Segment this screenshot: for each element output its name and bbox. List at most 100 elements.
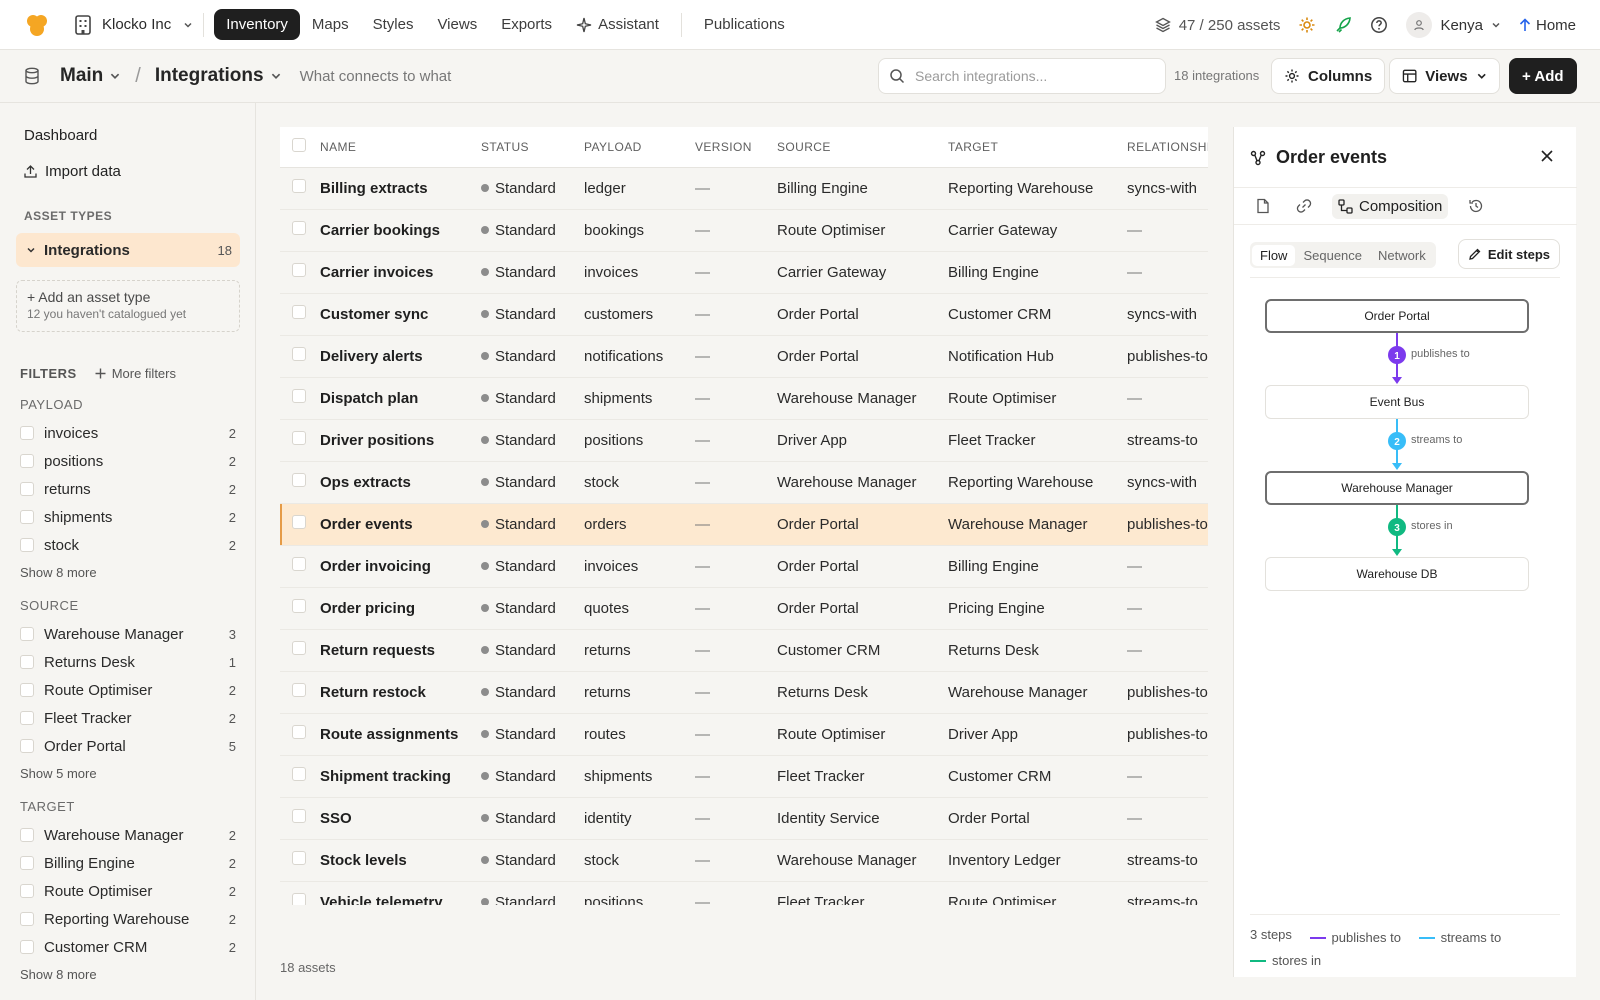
checkbox[interactable]: [20, 856, 34, 870]
show-more-link[interactable]: Show 8 more: [20, 961, 236, 987]
filter-option[interactable]: Billing Engine 2: [20, 849, 236, 877]
settings-gear-icon[interactable]: [1298, 16, 1316, 34]
cell-name[interactable]: Shipment tracking: [320, 755, 481, 798]
table-row[interactable]: Return restock Standard returns — Returns De…: [280, 671, 1208, 714]
flow-node[interactable]: Event Bus: [1265, 385, 1529, 419]
flow-node[interactable]: Order Portal: [1265, 299, 1529, 333]
org-switcher[interactable]: Klocko Inc: [74, 14, 193, 35]
sidebar-item-dashboard[interactable]: Dashboard: [24, 127, 97, 144]
cell-name[interactable]: Billing extracts: [320, 167, 481, 210]
views-button[interactable]: Views: [1389, 58, 1500, 94]
close-icon[interactable]: [1540, 149, 1554, 163]
filter-option[interactable]: returns 2: [20, 475, 236, 503]
table-row[interactable]: Order pricing Standard quotes — Order Portal…: [280, 587, 1208, 630]
row-checkbox[interactable]: [292, 641, 306, 655]
home-link[interactable]: Home: [1519, 17, 1576, 34]
breadcrumb-integrations[interactable]: Integrations: [155, 65, 282, 87]
row-checkbox[interactable]: [292, 599, 306, 613]
cell-name[interactable]: Ops extracts: [320, 461, 481, 504]
table-row[interactable]: Route assignments Standard routes — Route Op…: [280, 713, 1208, 756]
checkbox[interactable]: [20, 454, 34, 468]
checkbox[interactable]: [20, 426, 34, 440]
edit-steps-button[interactable]: Edit steps: [1457, 239, 1560, 269]
cell-name[interactable]: Customer sync: [320, 293, 481, 336]
cell-name[interactable]: Order invoicing: [320, 545, 481, 588]
table-row[interactable]: Ops extracts Standard stock — Warehouse Mana…: [280, 461, 1208, 504]
cell-name[interactable]: Stock levels: [320, 839, 481, 882]
column-header-version[interactable]: VERSION: [695, 127, 777, 168]
show-more-link[interactable]: Show 8 more: [20, 559, 236, 585]
checkbox[interactable]: [20, 510, 34, 524]
table-row[interactable]: Vehicle telemetry Standard positions — Fleet…: [280, 881, 1208, 905]
select-all-checkbox[interactable]: [292, 138, 306, 153]
row-checkbox[interactable]: [292, 305, 306, 319]
table-row[interactable]: Driver positions Standard positions — Driver…: [280, 419, 1208, 462]
column-header-target[interactable]: TARGET: [948, 127, 1127, 168]
cell-name[interactable]: Order pricing: [320, 587, 481, 630]
column-header-relationship[interactable]: RELATIONSHIP: [1127, 127, 1208, 168]
asset-quota[interactable]: 47 / 250 assets: [1154, 17, 1280, 34]
nav-tab-styles[interactable]: Styles: [361, 9, 426, 40]
row-checkbox[interactable]: [292, 683, 306, 697]
filter-option[interactable]: Returns Desk 1: [20, 648, 236, 676]
row-checkbox[interactable]: [292, 347, 306, 361]
cell-name[interactable]: Delivery alerts: [320, 335, 481, 378]
nav-tab-inventory[interactable]: Inventory: [214, 9, 300, 40]
show-more-link[interactable]: Show 5 more: [20, 760, 236, 786]
filter-option[interactable]: Order Portal 5: [20, 732, 236, 760]
nav-tab-views[interactable]: Views: [425, 9, 489, 40]
row-checkbox[interactable]: [292, 893, 306, 905]
filter-option[interactable]: Fleet Tracker 2: [20, 704, 236, 732]
row-checkbox[interactable]: [292, 767, 306, 781]
segment-network[interactable]: Network: [1370, 245, 1434, 266]
table-row[interactable]: Customer sync Standard customers — Order Por…: [280, 293, 1208, 336]
row-checkbox[interactable]: [292, 725, 306, 739]
filter-option[interactable]: invoices 2: [20, 419, 236, 447]
column-header-status[interactable]: STATUS: [481, 127, 584, 168]
tab-composition[interactable]: Composition: [1332, 193, 1449, 219]
table-row[interactable]: Carrier bookings Standard bookings — Route O…: [280, 209, 1208, 252]
table-row[interactable]: Carrier invoices Standard invoices — Carrier…: [280, 251, 1208, 294]
row-checkbox[interactable]: [292, 557, 306, 571]
cell-name[interactable]: Carrier invoices: [320, 251, 481, 294]
tab-history[interactable]: [1462, 194, 1490, 218]
segment-flow[interactable]: Flow: [1252, 244, 1296, 266]
row-checkbox[interactable]: [292, 179, 306, 193]
row-checkbox[interactable]: [292, 473, 306, 487]
row-checkbox[interactable]: [292, 515, 306, 529]
column-header-name[interactable]: NAME: [320, 127, 481, 168]
cell-name[interactable]: Return restock: [320, 671, 481, 714]
rocket-icon[interactable]: [1334, 16, 1352, 34]
checkbox[interactable]: [20, 683, 34, 697]
user-menu[interactable]: Kenya: [1406, 12, 1501, 38]
more-filters-button[interactable]: More filters: [95, 366, 176, 381]
cell-name[interactable]: Carrier bookings: [320, 209, 481, 252]
filter-option[interactable]: Route Optimiser 2: [20, 676, 236, 704]
filter-option[interactable]: stock 2: [20, 531, 236, 559]
column-header-source[interactable]: SOURCE: [777, 127, 948, 168]
filter-option[interactable]: Warehouse Manager 2: [20, 821, 236, 849]
checkbox[interactable]: [20, 627, 34, 641]
table-row[interactable]: Delivery alerts Standard notifications — Ord…: [280, 335, 1208, 378]
table-row[interactable]: SSO Standard identity — Identity Service Orde…: [280, 797, 1208, 840]
breadcrumb-main[interactable]: Main: [60, 65, 121, 87]
cell-name[interactable]: Vehicle telemetry: [320, 881, 481, 905]
table-row[interactable]: Shipment tracking Standard shipments — Fleet…: [280, 755, 1208, 798]
row-checkbox[interactable]: [292, 389, 306, 403]
row-checkbox[interactable]: [292, 809, 306, 823]
column-header-payload[interactable]: PAYLOAD: [584, 127, 695, 168]
cell-name[interactable]: Return requests: [320, 629, 481, 672]
help-icon[interactable]: [1370, 16, 1388, 34]
row-checkbox[interactable]: [292, 221, 306, 235]
filter-option[interactable]: Reporting Warehouse 2: [20, 905, 236, 933]
cell-name[interactable]: Route assignments: [320, 713, 481, 756]
filter-option[interactable]: shipments 2: [20, 503, 236, 531]
flow-node[interactable]: Warehouse Manager: [1265, 471, 1529, 505]
checkbox[interactable]: [20, 940, 34, 954]
cell-name[interactable]: SSO: [320, 797, 481, 840]
filter-option[interactable]: Customer CRM 2: [20, 933, 236, 961]
table-row[interactable]: Order invoicing Standard invoices — Order Po…: [280, 545, 1208, 588]
row-checkbox[interactable]: [292, 431, 306, 445]
cell-name[interactable]: Order events: [320, 503, 481, 546]
nav-tab-exports[interactable]: Exports: [489, 9, 564, 40]
